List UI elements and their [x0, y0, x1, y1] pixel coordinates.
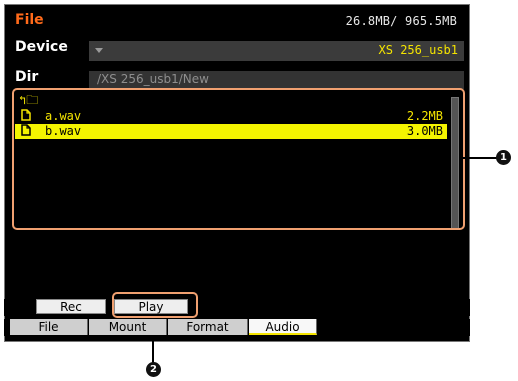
callout-1-badge: 1: [496, 150, 511, 165]
page-title: File: [15, 12, 44, 28]
dir-label: Dir: [15, 69, 39, 85]
chevron-down-icon: [95, 48, 103, 53]
tab-mount[interactable]: Mount: [89, 319, 167, 335]
rec-button[interactable]: Rec: [36, 299, 106, 314]
callout-1-leader: [463, 157, 497, 159]
tab-file[interactable]: File: [10, 319, 88, 335]
tab-format[interactable]: Format: [168, 319, 248, 335]
play-callout-frame: [112, 292, 198, 318]
dir-path: /XS 256_usb1/New: [97, 72, 209, 86]
device-select[interactable]: XS 256_usb1: [89, 41, 464, 61]
tab-bar: File Mount Format Audio: [4, 319, 470, 336]
storage-usage: 26.8MB/ 965.5MB: [345, 14, 457, 28]
tab-audio[interactable]: Audio: [249, 319, 317, 335]
file-list-callout-frame: [12, 88, 465, 230]
device-value: XS 256_usb1: [378, 43, 458, 57]
button-bar: Rec Play: [4, 299, 470, 316]
dir-path-field: /XS 256_usb1/New: [89, 71, 464, 89]
device-label: Device: [15, 39, 68, 55]
callout-2-badge: 2: [146, 362, 161, 377]
